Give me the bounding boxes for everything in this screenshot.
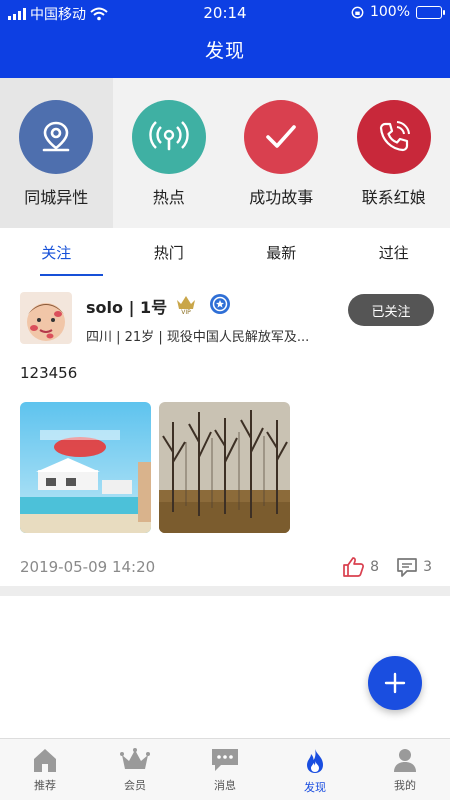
post-username[interactable]: solo | 1号 <box>86 294 167 318</box>
like-icon[interactable] <box>342 556 366 578</box>
category-hotspot[interactable]: 热点 <box>113 78 226 228</box>
avatar[interactable] <box>20 292 72 344</box>
nav-label: 我的 <box>394 779 416 792</box>
medal-icon <box>210 294 230 314</box>
nav-messages[interactable]: 消息 <box>180 739 270 800</box>
home-icon <box>34 749 56 772</box>
post-image-ad-banner[interactable] <box>20 402 151 533</box>
page-title: 发现 <box>204 40 245 62</box>
message-icon <box>212 749 238 771</box>
broadcast-icon <box>131 100 206 174</box>
vip-badge-text: VIP <box>181 309 191 316</box>
category-contact-matchmaker[interactable]: 联系红娘 <box>338 78 450 228</box>
location-pin-icon <box>19 100 94 174</box>
section-divider <box>0 586 450 596</box>
comment-icon[interactable] <box>395 556 419 578</box>
category-label: 热点 <box>152 188 185 207</box>
nav-label: 会员 <box>124 779 146 792</box>
post-content: 123456 <box>20 364 78 382</box>
phone-icon <box>356 100 431 174</box>
post-card: solo | 1号 VIP 四川 | 21岁 | 现役中国人民解放军及... 已… <box>0 280 450 586</box>
category-row: 同城异性 热点 成功故事 联系红娘 <box>0 78 450 228</box>
nav-label: 推荐 <box>34 779 56 792</box>
flame-icon <box>307 749 323 773</box>
post-stats: 8 3 <box>342 556 432 578</box>
rotation-lock-icon <box>351 6 364 18</box>
category-label: 成功故事 <box>249 188 314 207</box>
bottom-nav: 推荐 会员 消息 发现 我的 <box>0 738 450 800</box>
checkmark-icon <box>244 100 319 174</box>
category-nearby[interactable]: 同城异性 <box>0 78 113 228</box>
category-label: 同城异性 <box>24 188 89 207</box>
status-bar: 中国移动 20:14 100% <box>0 0 450 26</box>
post-image-trees[interactable] <box>159 402 290 533</box>
follow-button[interactable]: 已关注 <box>348 294 434 326</box>
plus-icon <box>384 672 406 694</box>
category-success-stories[interactable]: 成功故事 <box>225 78 338 228</box>
battery-percent: 100% <box>369 4 410 20</box>
post-user-info: 四川 | 21岁 | 现役中国人民解放军及... <box>86 330 310 345</box>
post-time: 2019-05-09 14:20 <box>20 558 156 576</box>
like-count: 8 <box>370 559 380 575</box>
tab-latest[interactable]: 最新 <box>225 228 338 280</box>
nav-recommend[interactable]: 推荐 <box>0 739 90 800</box>
tab-past[interactable]: 过往 <box>338 228 450 280</box>
battery-icon <box>416 5 445 19</box>
vip-crown-icon: VIP <box>177 296 195 316</box>
tab-following[interactable]: 关注 <box>0 228 113 280</box>
add-post-button[interactable] <box>368 656 422 710</box>
nav-discover[interactable]: 发现 <box>270 739 360 800</box>
feed-tabs: 关注 热门 最新 过往 <box>0 228 450 280</box>
nav-label: 消息 <box>214 779 236 792</box>
person-icon <box>394 749 416 772</box>
nav-member[interactable]: 会员 <box>90 739 180 800</box>
category-label: 联系红娘 <box>361 188 426 207</box>
crown-icon <box>120 748 150 769</box>
nav-mine[interactable]: 我的 <box>360 739 450 800</box>
tab-popular[interactable]: 热门 <box>113 228 226 280</box>
comment-count: 3 <box>423 559 432 575</box>
top-bar: 中国移动 20:14 100% 发现 <box>0 0 450 78</box>
nav-label: 发现 <box>304 781 326 794</box>
